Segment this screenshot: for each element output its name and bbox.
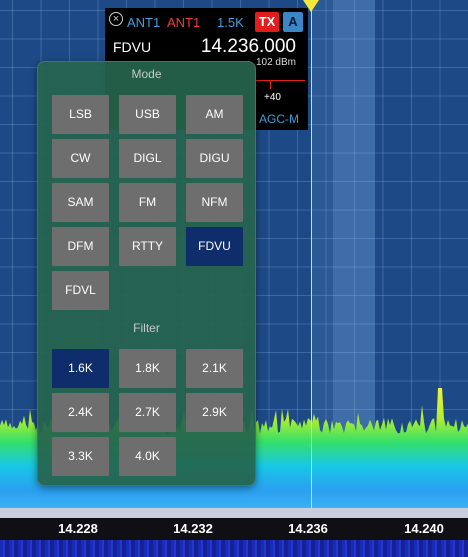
filter-button-2-1k[interactable]: 2.1K [186, 349, 243, 388]
mode-button-rtty[interactable]: RTTY [119, 227, 176, 266]
signal-level: 102 dBm [255, 57, 296, 68]
tx-antenna-button[interactable]: ANT1 [167, 15, 200, 30]
slice-letter-badge[interactable]: A [283, 12, 303, 32]
mode-button[interactable]: FDVU [113, 39, 151, 55]
mode-button-cw[interactable]: CW [52, 139, 109, 178]
freq-label: 14.236 [288, 521, 328, 536]
rx-antenna-button[interactable]: ANT1 [127, 15, 160, 30]
mode-button-digl[interactable]: DIGL [119, 139, 176, 178]
s-meter-needle [270, 80, 271, 89]
center-frequency-line[interactable] [311, 0, 312, 540]
mode-button-am[interactable]: AM [186, 95, 243, 134]
mode-filter-popover: Mode LSB USB AM CW DIGL DIGU SAM FM NFM … [37, 61, 256, 486]
freq-label: 14.232 [173, 521, 213, 536]
filter-width-label[interactable]: 1.5K [217, 15, 244, 30]
agc-button[interactable]: AGC-M [259, 112, 299, 126]
mode-button-lsb[interactable]: LSB [52, 95, 109, 134]
mode-button-nfm[interactable]: NFM [186, 183, 243, 222]
mode-button-fdvl[interactable]: FDVL [52, 271, 109, 310]
filter-button-2-9k[interactable]: 2.9K [186, 393, 243, 432]
filter-button-2-7k[interactable]: 2.7K [119, 393, 176, 432]
frequency-scale[interactable]: 14.228 14.232 14.236 14.240 [0, 518, 468, 540]
filter-button-1-6k[interactable]: 1.6K [52, 349, 109, 388]
waterfall[interactable] [0, 540, 468, 557]
mode-section-title: Mode [131, 67, 162, 81]
filter-section-title: Filter [133, 321, 160, 335]
s-meter-scale: +40 [264, 92, 281, 103]
filter-button-1-8k[interactable]: 1.8K [119, 349, 176, 388]
filter-button-3-3k[interactable]: 3.3K [52, 437, 109, 476]
mode-button-fdvu[interactable]: FDVU [186, 227, 243, 266]
freq-label: 14.228 [58, 521, 98, 536]
filter-button-2-4k[interactable]: 2.4K [52, 393, 109, 432]
s-meter-bar [255, 80, 305, 81]
mode-button-dfm[interactable]: DFM [52, 227, 109, 266]
mode-button-digu[interactable]: DIGU [186, 139, 243, 178]
mode-button-fm[interactable]: FM [119, 183, 176, 222]
filter-button-4-0k[interactable]: 4.0K [119, 437, 176, 476]
mode-button-usb[interactable]: USB [119, 95, 176, 134]
freq-label: 14.240 [404, 521, 444, 536]
tx-button[interactable]: TX [255, 12, 279, 32]
frequency-display[interactable]: 14.236.000 [201, 36, 296, 58]
scale-strip [0, 508, 468, 518]
mode-button-sam[interactable]: SAM [52, 183, 109, 222]
close-icon[interactable]: × [109, 12, 123, 26]
